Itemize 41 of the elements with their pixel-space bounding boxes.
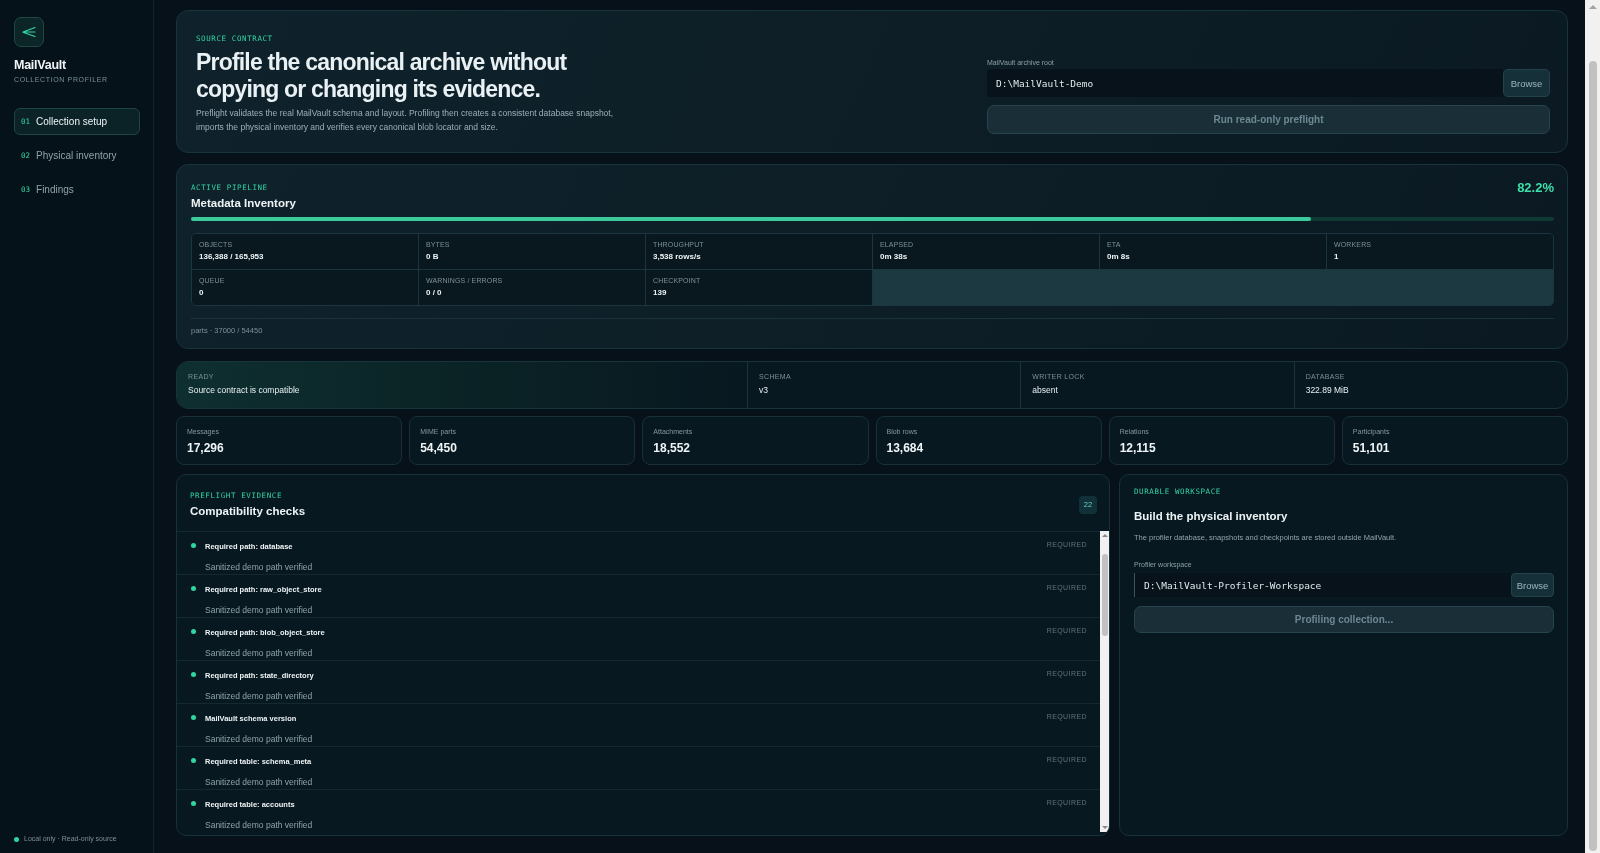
app-name: MailVault [14, 58, 66, 73]
status-value: Source contract is compatible [188, 385, 300, 395]
count-value: 13,684 [886, 441, 924, 455]
path-field[interactable]: D:\MailVault-Demo [987, 69, 1503, 97]
count-value: 17,296 [187, 441, 224, 455]
status-dot-icon [14, 836, 19, 842]
browse-button[interactable]: Browse [1511, 573, 1554, 597]
description: Preflight validates the real MailVault schema and layout. Profiling then creates a consistent database snapshot, imports the physical inventory and verifies every canonical blob locator and size. [196, 107, 615, 134]
browse-button[interactable]: Browse [1503, 69, 1550, 97]
path-field[interactable]: D:\MailVault-Profiler-Workspace [1134, 573, 1511, 597]
list-scrollbar[interactable] [1100, 531, 1109, 832]
metric-value: 0m 38s [880, 252, 908, 262]
check-note: Sanitized demo path verified [205, 648, 313, 659]
metric-value: 1 [1334, 252, 1339, 262]
metric-value: 0 / 0 [426, 288, 442, 298]
check-note: Sanitized demo path verified [205, 734, 313, 745]
status-value: absent [1032, 385, 1058, 395]
metric-value: 139 [653, 288, 667, 298]
progress-percent: 82.2% [1517, 180, 1554, 196]
page-title: Profile the canonical archive without copying or changing its evidence. [196, 49, 568, 103]
metric-value: 136,388 / 165,953 [199, 252, 264, 262]
check-note: Sanitized demo path verified [205, 562, 313, 573]
status-value: 322.89 MiB [1305, 385, 1349, 395]
metric-value: 0 [199, 288, 204, 298]
section-title: Build the physical inventory [1134, 509, 1288, 523]
section-title: Compatibility checks [190, 504, 306, 518]
metric-value: 3,538 rows/s [653, 252, 701, 262]
check-note: Sanitized demo path verified [205, 605, 313, 616]
fan-lines-icon [14, 17, 44, 47]
count-value: 54,450 [420, 441, 457, 455]
count-value: 18,552 [653, 441, 691, 455]
section-title: Metadata Inventory [191, 196, 296, 210]
metric-value: 0 B [426, 252, 439, 262]
count-value: 51,101 [1352, 441, 1390, 455]
check-note: Sanitized demo path verified [205, 820, 313, 831]
count-value: 12,115 [1119, 441, 1156, 455]
metric-value: 0m 8s [1107, 252, 1130, 262]
check-note: Sanitized demo path verified [205, 691, 313, 702]
status-value: v3 [759, 385, 768, 395]
page-scrollbar[interactable] [1585, 0, 1600, 853]
check-note: Sanitized demo path verified [205, 777, 313, 788]
